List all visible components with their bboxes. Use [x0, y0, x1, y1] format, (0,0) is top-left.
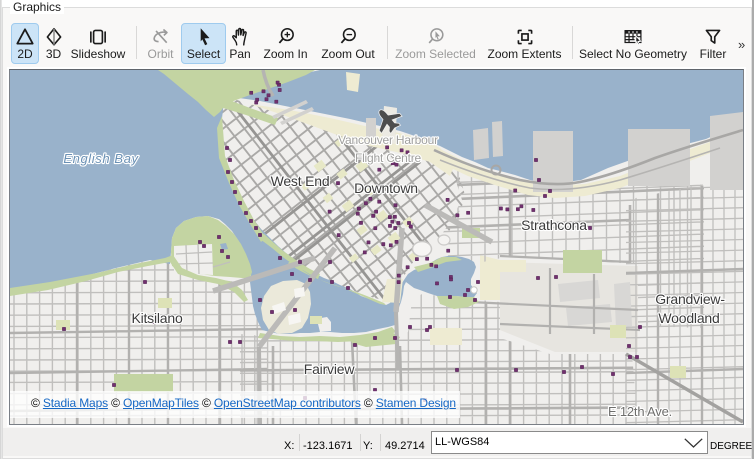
svg-text:Flight Centre: Flight Centre — [355, 151, 422, 165]
svg-text:Grandview-: Grandview- — [655, 291, 725, 307]
svg-text:Fairview: Fairview — [304, 361, 356, 377]
svg-text:Vancouver Harbour: Vancouver Harbour — [338, 133, 438, 147]
svg-text:Downtown: Downtown — [354, 180, 418, 196]
svg-text:English Bay: English Bay — [63, 151, 139, 166]
svg-text:Strathcona: Strathcona — [521, 217, 587, 233]
svg-text:E 12th Ave.: E 12th Ave. — [608, 404, 672, 419]
svg-text:Kitsilano: Kitsilano — [131, 310, 183, 326]
svg-text:West End: West End — [271, 173, 330, 189]
svg-text:Woodland: Woodland — [658, 310, 719, 326]
